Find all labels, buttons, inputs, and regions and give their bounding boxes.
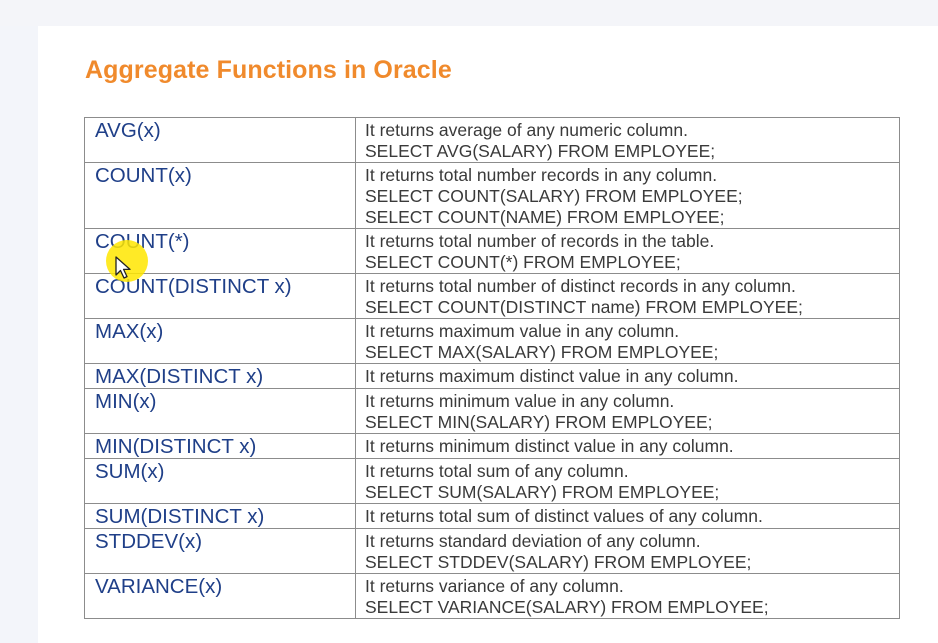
function-name-cell: MAX(DISTINCT x) <box>84 363 356 389</box>
function-name-cell: STDDEV(x) <box>84 528 356 574</box>
sql-example: SELECT COUNT(DISTINCT name) FROM EMPLOYE… <box>365 297 803 317</box>
sql-example: SELECT MIN(SALARY) FROM EMPLOYEE; <box>365 412 713 432</box>
description-text: It returns total number records in any c… <box>365 165 718 185</box>
function-name-cell: SUM(DISTINCT x) <box>84 503 356 529</box>
sql-example: SELECT COUNT(*) FROM EMPLOYEE; <box>365 252 681 272</box>
description-text: It returns maximum distinct value in any… <box>365 366 739 386</box>
table-row: SUM(DISTINCT x) It returns total sum of d… <box>84 503 900 529</box>
description-text: It returns total sum of any column. <box>365 461 629 481</box>
function-name-cell: COUNT(DISTINCT x) <box>84 273 356 319</box>
sql-example: SELECT VARIANCE(SALARY) FROM EMPLOYEE; <box>365 597 769 617</box>
function-name-cell: MIN(x) <box>84 388 356 434</box>
function-name-cell: SUM(x) <box>84 458 356 504</box>
description-cell: It returns total sum of any column. SELEC… <box>355 458 900 504</box>
description-cell: It returns total number of records in th… <box>355 228 900 274</box>
sql-example: SELECT COUNT(SALARY) FROM EMPLOYEE; <box>365 186 743 206</box>
description-text: It returns minimum distinct value in any… <box>365 436 734 456</box>
description-cell: It returns total sum of distinct values … <box>355 503 900 529</box>
function-name-cell: MIN(DISTINCT x) <box>84 433 356 459</box>
description-cell: It returns minimum value in any column. S… <box>355 388 900 434</box>
description-text: It returns minimum value in any column. <box>365 391 675 411</box>
description-cell: It returns standard deviation of any col… <box>355 528 900 574</box>
slide: Aggregate Functions in Oracle AVG(x) It r… <box>38 26 938 643</box>
table-row: AVG(x) It returns average of any numeric … <box>84 117 900 163</box>
functions-table-wrap: AVG(x) It returns average of any numeric … <box>84 117 900 619</box>
description-text: It returns average of any numeric column… <box>365 120 688 140</box>
table-row: VARIANCE(x) It returns variance of any co… <box>84 573 900 619</box>
sql-example: SELECT STDDEV(SALARY) FROM EMPLOYEE; <box>365 552 752 572</box>
top-band <box>0 0 938 26</box>
sql-example: SELECT MAX(SALARY) FROM EMPLOYEE; <box>365 342 719 362</box>
sql-example: SELECT COUNT(NAME) FROM EMPLOYEE; <box>365 207 725 227</box>
table-row: COUNT(DISTINCT x) It returns total number… <box>84 273 900 319</box>
table-row: SUM(x) It returns total sum of any column… <box>84 458 900 504</box>
description-text: It returns total sum of distinct values … <box>365 506 763 526</box>
table-row: MIN(x) It returns minimum value in any co… <box>84 388 900 434</box>
description-cell: It returns minimum distinct value in any… <box>355 433 900 459</box>
sql-example: SELECT SUM(SALARY) FROM EMPLOYEE; <box>365 482 720 502</box>
page-title: Aggregate Functions in Oracle <box>85 56 452 84</box>
description-cell: It returns average of any numeric column… <box>355 117 900 163</box>
function-name-cell: COUNT(*) <box>84 228 356 274</box>
description-cell: It returns total number of distinct reco… <box>355 273 900 319</box>
function-name-cell: COUNT(x) <box>84 162 356 229</box>
table-row: COUNT(*) It returns total number of recor… <box>84 228 900 274</box>
function-name-cell: MAX(x) <box>84 318 356 364</box>
description-text: It returns variance of any column. <box>365 576 624 596</box>
description-cell: It returns total number records in any c… <box>355 162 900 229</box>
description-text: It returns standard deviation of any col… <box>365 531 701 551</box>
table-row: MAX(x) It returns maximum value in any co… <box>84 318 900 364</box>
sql-example: SELECT AVG(SALARY) FROM EMPLOYEE; <box>365 141 716 161</box>
function-name-cell: VARIANCE(x) <box>84 573 356 619</box>
description-text: It returns maximum value in any column. <box>365 321 680 341</box>
table-row: COUNT(x) It returns total number records … <box>84 162 900 229</box>
description-text: It returns total number of records in th… <box>365 231 715 251</box>
description-cell: It returns variance of any column. SELECT… <box>355 573 900 619</box>
functions-table: AVG(x) It returns average of any numeric … <box>84 117 900 619</box>
description-cell: It returns maximum value in any column. S… <box>355 318 900 364</box>
function-name-cell: AVG(x) <box>84 117 356 163</box>
table-row: STDDEV(x) It returns standard deviation o… <box>84 528 900 574</box>
description-cell: It returns maximum distinct value in any… <box>355 363 900 389</box>
table-row: MAX(DISTINCT x) It returns maximum distin… <box>84 363 900 389</box>
table-row: MIN(DISTINCT x) It returns minimum distin… <box>84 433 900 459</box>
description-text: It returns total number of distinct reco… <box>365 276 796 296</box>
